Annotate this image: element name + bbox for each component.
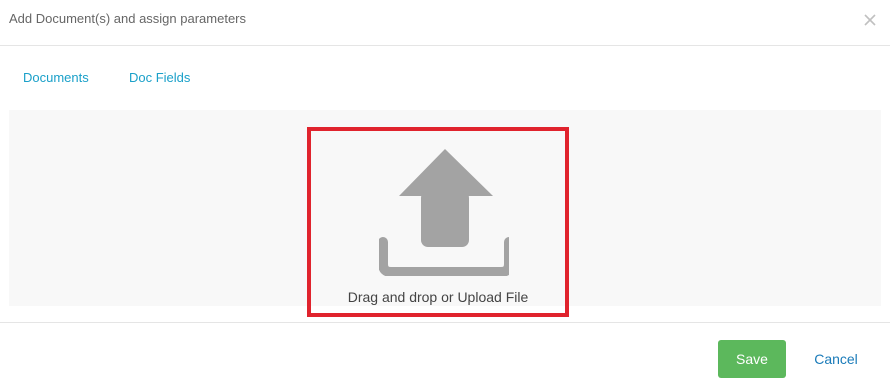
cancel-button[interactable]: Cancel [804, 340, 868, 378]
upload-dialog: Add Document(s) and assign parameters Do… [0, 0, 890, 388]
upload-label: Drag and drop or Upload File [347, 289, 529, 305]
save-button[interactable]: Save [718, 340, 786, 378]
tab-doc-fields[interactable]: Doc Fields [129, 70, 190, 85]
dialog-footer: Save Cancel [0, 322, 890, 388]
dialog-title: Add Document(s) and assign parameters [9, 11, 247, 26]
close-icon[interactable] [862, 11, 878, 27]
close-icon-glyph [864, 14, 876, 26]
dialog-header: Add Document(s) and assign parameters [0, 0, 890, 46]
tab-documents[interactable]: Documents [23, 70, 89, 85]
dialog-tabs: Documents Doc Fields [0, 46, 890, 110]
upload-icon [379, 141, 509, 276]
upload-area[interactable]: Drag and drop or Upload File [307, 127, 569, 317]
